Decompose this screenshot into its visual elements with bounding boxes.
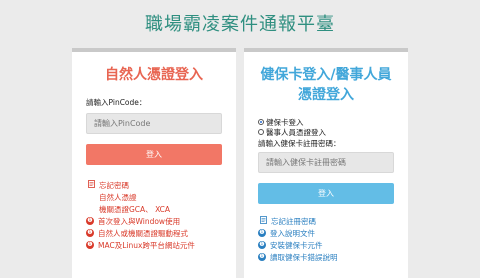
nhi-login-button[interactable]: 登入 — [258, 183, 394, 204]
page-title: 職場霸凌案件通報平臺 — [145, 14, 335, 35]
document-icon — [258, 216, 268, 226]
driver-download-link[interactable]: ❶ 自然人或機關憑證驅動程式 — [86, 227, 236, 239]
forgot-registration-password-label: 忘記註冊密碼 — [271, 216, 316, 226]
mac-linux-component-label: MAC及Linux跨平台網站元件 — [98, 240, 195, 250]
install-nhi-component-link[interactable]: ❶ 安裝健保卡元件 — [258, 239, 408, 251]
info-icon: ❶ — [258, 229, 266, 237]
forgot-password-link[interactable]: 忘記密碼 — [86, 179, 236, 191]
nhi-read-error-link[interactable]: ❶ 讀取健保卡錯誤說明 — [258, 251, 408, 263]
info-icon: ❶ — [86, 229, 94, 237]
natural-cert-login-card: 自然人憑證登入 請輸入PinCode： 登入 忘記密碼 自然人憑證 機關憑證GC… — [72, 48, 236, 278]
nhi-card-login-card: 健保卡登入/醫事人員 憑證登入 健保卡登入 醫事人員憑證登入 請輸入健保卡註冊密… — [244, 48, 408, 278]
nhi-title-line1: 健保卡登入/醫事人員 — [260, 67, 392, 83]
first-time-login-label: 首次登入與Window使用 — [98, 216, 181, 226]
natural-cert-links: 忘記密碼 自然人憑證 機關憑證GCA、 XCA ❶ 首次登入與Window使用 … — [86, 179, 236, 251]
radio-unselected-icon — [258, 129, 264, 135]
info-icon: ❶ — [258, 253, 266, 261]
info-icon: ❶ — [86, 241, 94, 249]
nhi-title-line2: 憑證登入 — [298, 87, 354, 103]
mac-linux-component-link[interactable]: ❶ MAC及Linux跨平台網站元件 — [86, 239, 236, 251]
login-guide-link[interactable]: ❶ 登入說明文件 — [258, 227, 408, 239]
radio-selected-icon — [258, 119, 264, 125]
natural-cert-login-button[interactable]: 登入 — [86, 144, 222, 165]
nhi-title: 健保卡登入/醫事人員 憑證登入 — [244, 65, 408, 105]
nhi-links: 忘記註冊密碼 ❶ 登入說明文件 ❶ 安裝健保卡元件 ❶ 讀取健保卡錯誤說明 — [258, 215, 408, 263]
natural-cert-title: 自然人憑證登入 — [105, 67, 203, 83]
first-time-login-link[interactable]: ❶ 首次登入與Window使用 — [86, 215, 236, 227]
radio-medical-cert-label: 醫事人員憑證登入 — [266, 127, 326, 137]
forgot-password-label: 忘記密碼 — [99, 180, 129, 190]
nhi-password-label: 請輸入健保卡註冊密碼： — [258, 139, 341, 148]
info-icon: ❶ — [86, 217, 94, 225]
nhi-password-input[interactable] — [258, 152, 394, 173]
radio-medical-cert[interactable]: 醫事人員憑證登入 — [258, 127, 408, 137]
pincode-input[interactable] — [86, 113, 222, 134]
install-nhi-component-label: 安裝健保卡元件 — [270, 240, 323, 250]
forgot-registration-password-link[interactable]: 忘記註冊密碼 — [258, 215, 408, 227]
pincode-label: 請輸入PinCode： — [86, 98, 147, 107]
natural-cert-link[interactable]: 自然人憑證 — [86, 191, 236, 203]
nhi-read-error-label: 讀取健保卡錯誤說明 — [270, 252, 338, 262]
driver-download-label: 自然人或機關憑證驅動程式 — [98, 228, 188, 238]
document-icon — [86, 180, 96, 190]
radio-nhi-card[interactable]: 健保卡登入 — [258, 117, 408, 127]
login-guide-label: 登入說明文件 — [270, 228, 315, 238]
info-icon: ❶ — [258, 241, 266, 249]
agency-cert-link[interactable]: 機關憑證GCA、 XCA — [86, 203, 236, 215]
